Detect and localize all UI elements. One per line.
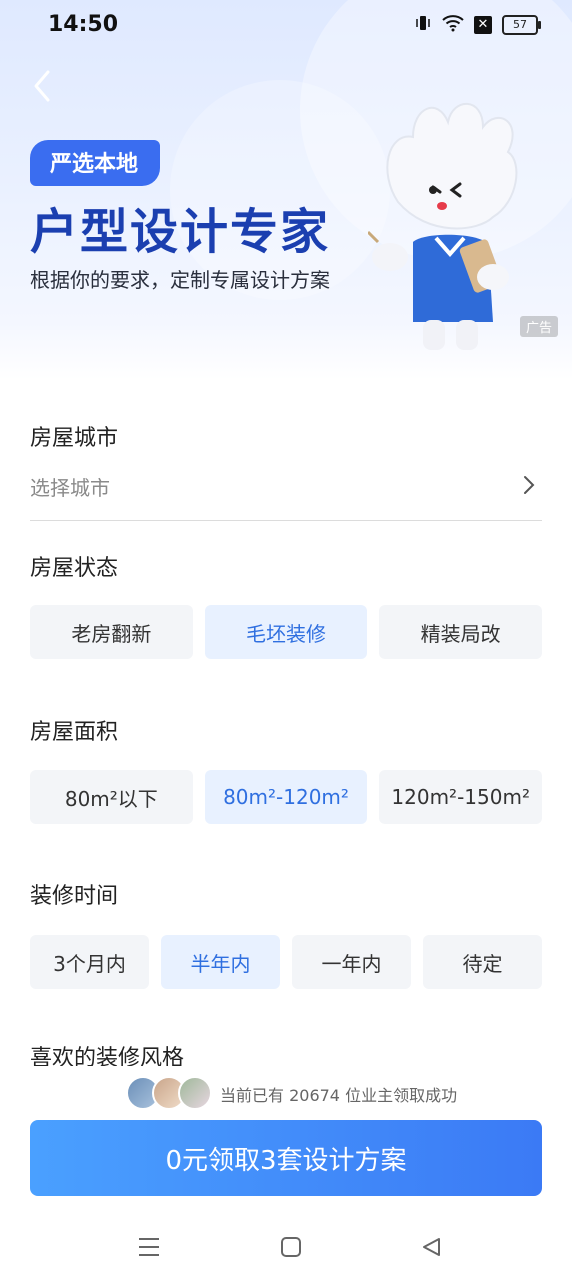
option-time-half-year[interactable]: 半年内 [161, 935, 280, 989]
banner-headline: 户型设计专家 [30, 204, 331, 260]
option-area-80-120[interactable]: 80m²-120m² [204, 770, 368, 824]
status-bar: 14:50 ✕ 57 [0, 0, 572, 52]
option-time-undecided[interactable]: 待定 [423, 935, 542, 989]
area-section-title: 房屋面积 [30, 720, 119, 745]
style-section-title: 喜欢的装修风格 [30, 1046, 185, 1066]
sim-off-icon: ✕ [474, 16, 492, 34]
ad-label: 广告 [519, 316, 558, 337]
status-time: 14:50 [48, 12, 119, 37]
chevron-right-icon [522, 474, 536, 502]
battery-icon: 57 [502, 15, 541, 35]
home-icon[interactable] [276, 1232, 306, 1262]
claim-counter: 当前已有 20674 位业主领取成功 [220, 1086, 458, 1105]
city-selector[interactable]: 选择城市 [30, 464, 542, 521]
option-area-under-80[interactable]: 80m²以下 [30, 770, 193, 824]
option-status-bare[interactable]: 毛坯装修 [204, 605, 368, 659]
status-options: 老房翻新 毛坯装修 精装局改 [30, 605, 543, 659]
option-time-3-months[interactable]: 3个月内 [30, 935, 149, 989]
time-options: 3个月内 半年内 一年内 待定 [30, 935, 542, 989]
ad-banner[interactable]: 14:50 ✕ 57 严选本地 户型设计专家 根据你的要求，定制专属设计方案 广… [0, 0, 572, 380]
mascot-illustration [366, 92, 528, 352]
banner-subline: 根据你的要求，定制专属设计方案 [30, 268, 330, 292]
wifi-icon [442, 14, 464, 36]
status-section-title: 房屋状态 [30, 556, 119, 581]
city-section-title: 房屋城市 [30, 426, 119, 451]
back-triangle-icon[interactable] [416, 1232, 446, 1262]
time-section-title: 装修时间 [30, 884, 119, 909]
option-area-120-150[interactable]: 120m²-150m² [379, 770, 543, 824]
area-options: 80m²以下 80m²-120m² 120m²-150m² [30, 770, 543, 824]
vibrate-icon [414, 14, 432, 36]
avatar [178, 1076, 212, 1110]
option-status-partial[interactable]: 精装局改 [379, 605, 543, 659]
status-icons: ✕ 57 [414, 14, 541, 36]
promo-tag: 严选本地 [30, 140, 161, 186]
option-status-old-renovation[interactable]: 老房翻新 [30, 605, 193, 659]
city-placeholder: 选择城市 [30, 476, 110, 500]
back-button[interactable] [28, 66, 58, 106]
option-time-one-year[interactable]: 一年内 [292, 935, 411, 989]
menu-icon[interactable] [134, 1232, 164, 1262]
system-nav-bar [0, 1214, 572, 1280]
user-avatars [126, 1076, 212, 1110]
claim-design-button[interactable]: 0元领取3套设计方案 [30, 1120, 542, 1196]
